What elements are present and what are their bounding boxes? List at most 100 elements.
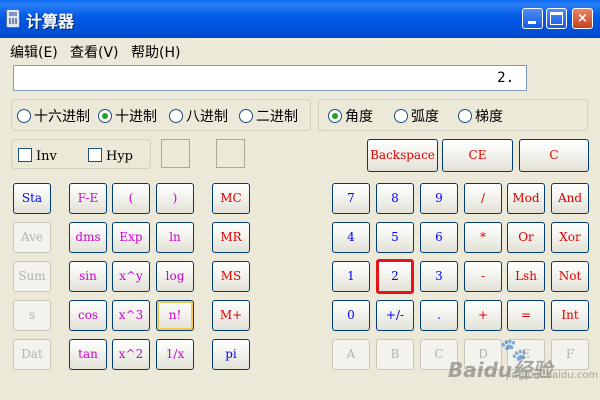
and-button[interactable]: And: [551, 183, 589, 214]
minimize-icon: [528, 21, 536, 24]
radio-degree-label: 角度: [345, 109, 373, 125]
baidu-watermark: 🐾 Baidu经验 jingyan.baidu.com: [448, 338, 598, 382]
digit-3-button[interactable]: 3: [420, 261, 458, 292]
memory-store-button[interactable]: MS: [212, 261, 250, 292]
func-ln-button[interactable]: ln: [156, 222, 194, 253]
not-button[interactable]: Not: [551, 261, 589, 292]
hex-b-button[interactable]: B: [376, 339, 414, 370]
func-tan-button[interactable]: tan: [69, 339, 107, 370]
digit-8-button[interactable]: 8: [376, 183, 414, 214]
result-display: 2.: [13, 65, 527, 91]
checkbox-icon: [18, 148, 32, 162]
digit-2-button[interactable]: 2: [376, 259, 414, 294]
checkbox-hyp-label: Hyp: [106, 149, 134, 164]
func-x-squared-button[interactable]: x^2: [112, 339, 150, 370]
mod-button[interactable]: Mod: [507, 183, 545, 214]
lsh-button[interactable]: Lsh: [507, 261, 545, 292]
digit-5-button[interactable]: 5: [376, 222, 414, 253]
minimize-button[interactable]: [522, 8, 543, 29]
watermark-url: jingyan.baidu.com: [506, 370, 599, 381]
radio-selected-icon: [328, 109, 342, 123]
func-log-button[interactable]: log: [156, 261, 194, 292]
radio-grad[interactable]: 梯度: [458, 106, 503, 126]
radio-hex[interactable]: 十六进制: [17, 106, 90, 126]
menu-view[interactable]: 查看(V): [70, 42, 119, 62]
calculator-icon: [6, 9, 20, 28]
func-factorial-button[interactable]: n!: [156, 300, 194, 331]
digit-7-button[interactable]: 7: [332, 183, 370, 214]
negate-button[interactable]: +/-: [376, 300, 414, 331]
equals-button[interactable]: =: [507, 300, 545, 331]
maximize-icon: [550, 12, 563, 25]
memory-recall-button[interactable]: MR: [212, 222, 250, 253]
window-title: 计算器: [26, 12, 75, 31]
func-sin-button[interactable]: sin: [69, 261, 107, 292]
radio-grad-label: 梯度: [475, 109, 503, 125]
pi-button[interactable]: pi: [212, 339, 250, 370]
digit-1-button[interactable]: 1: [332, 261, 370, 292]
func-cos-button[interactable]: cos: [69, 300, 107, 331]
radio-radian-label: 弧度: [411, 109, 439, 125]
memory-clear-button[interactable]: MC: [212, 183, 250, 214]
stat-button-s[interactable]: s: [13, 300, 51, 331]
menu-edit[interactable]: 编辑(E): [10, 42, 58, 62]
menu-help[interactable]: 帮助(H): [131, 42, 180, 62]
inv-hyp-group: Inv Hyp: [11, 139, 151, 169]
angle-mode-group: 角度 弧度 梯度: [318, 99, 588, 131]
backspace-button[interactable]: Backspace: [367, 139, 438, 172]
radio-radian[interactable]: 弧度: [394, 106, 439, 126]
func-x-pow-y-button[interactable]: x^y: [112, 261, 150, 292]
memory-add-button[interactable]: M+: [212, 300, 250, 331]
radio-bin-label: 二进制: [256, 109, 298, 125]
or-button[interactable]: Or: [507, 222, 545, 253]
func-open-paren-button[interactable]: (: [112, 183, 150, 214]
stat-button-ave[interactable]: Ave: [13, 222, 51, 253]
stat-button-sta[interactable]: Sta: [13, 183, 51, 214]
stat-button-dat[interactable]: Dat: [13, 339, 51, 370]
func-fe-button[interactable]: F-E: [69, 183, 107, 214]
digit-9-button[interactable]: 9: [420, 183, 458, 214]
func-reciprocal-button[interactable]: 1/x: [156, 339, 194, 370]
multiply-button[interactable]: *: [464, 222, 502, 253]
func-close-paren-button[interactable]: ): [156, 183, 194, 214]
hex-a-button[interactable]: A: [332, 339, 370, 370]
close-button[interactable]: ×: [572, 8, 593, 29]
radio-oct-label: 八进制: [186, 109, 228, 125]
int-button[interactable]: Int: [551, 300, 589, 331]
digit-0-button[interactable]: 0: [332, 300, 370, 331]
radio-icon: [169, 109, 183, 123]
func-x-cubed-button[interactable]: x^3: [112, 300, 150, 331]
clear-button[interactable]: C: [519, 139, 589, 172]
number-base-group: 十六进制 十进制 八进制 二进制: [11, 99, 311, 131]
clear-entry-button[interactable]: CE: [442, 139, 513, 172]
func-dms-button[interactable]: dms: [69, 222, 107, 253]
decimal-point-button[interactable]: .: [420, 300, 458, 331]
menu-bar: 编辑(E) 查看(V) 帮助(H): [0, 38, 600, 62]
add-button[interactable]: +: [464, 300, 502, 331]
divide-button[interactable]: /: [464, 183, 502, 214]
radio-degree[interactable]: 角度: [328, 106, 373, 126]
stat-button-sum[interactable]: Sum: [13, 261, 51, 292]
close-icon: ×: [577, 11, 588, 26]
radio-icon: [458, 109, 472, 123]
checkbox-inv[interactable]: Inv: [18, 148, 57, 164]
digit-6-button[interactable]: 6: [420, 222, 458, 253]
title-bar[interactable]: 计算器 ×: [0, 0, 600, 38]
radio-icon: [239, 109, 253, 123]
subtract-button[interactable]: -: [464, 261, 502, 292]
radio-dec[interactable]: 十进制: [98, 106, 157, 126]
radio-dec-label: 十进制: [115, 109, 157, 125]
radio-selected-icon: [98, 109, 112, 123]
xor-button[interactable]: Xor: [551, 222, 589, 253]
calculator-window: 计算器 × 编辑(E) 查看(V) 帮助(H) 2. 十六进制 十进制 八进制 …: [0, 0, 600, 400]
maximize-button[interactable]: [546, 8, 567, 29]
digit-4-button[interactable]: 4: [332, 222, 370, 253]
radio-oct[interactable]: 八进制: [169, 106, 228, 126]
radio-hex-label: 十六进制: [34, 109, 90, 125]
checkbox-hyp[interactable]: Hyp: [88, 148, 133, 164]
checkbox-icon: [88, 148, 102, 162]
parenthesis-indicator: [161, 139, 190, 168]
func-exp-button[interactable]: Exp: [112, 222, 150, 253]
checkbox-inv-label: Inv: [36, 149, 57, 164]
radio-bin[interactable]: 二进制: [239, 106, 298, 126]
